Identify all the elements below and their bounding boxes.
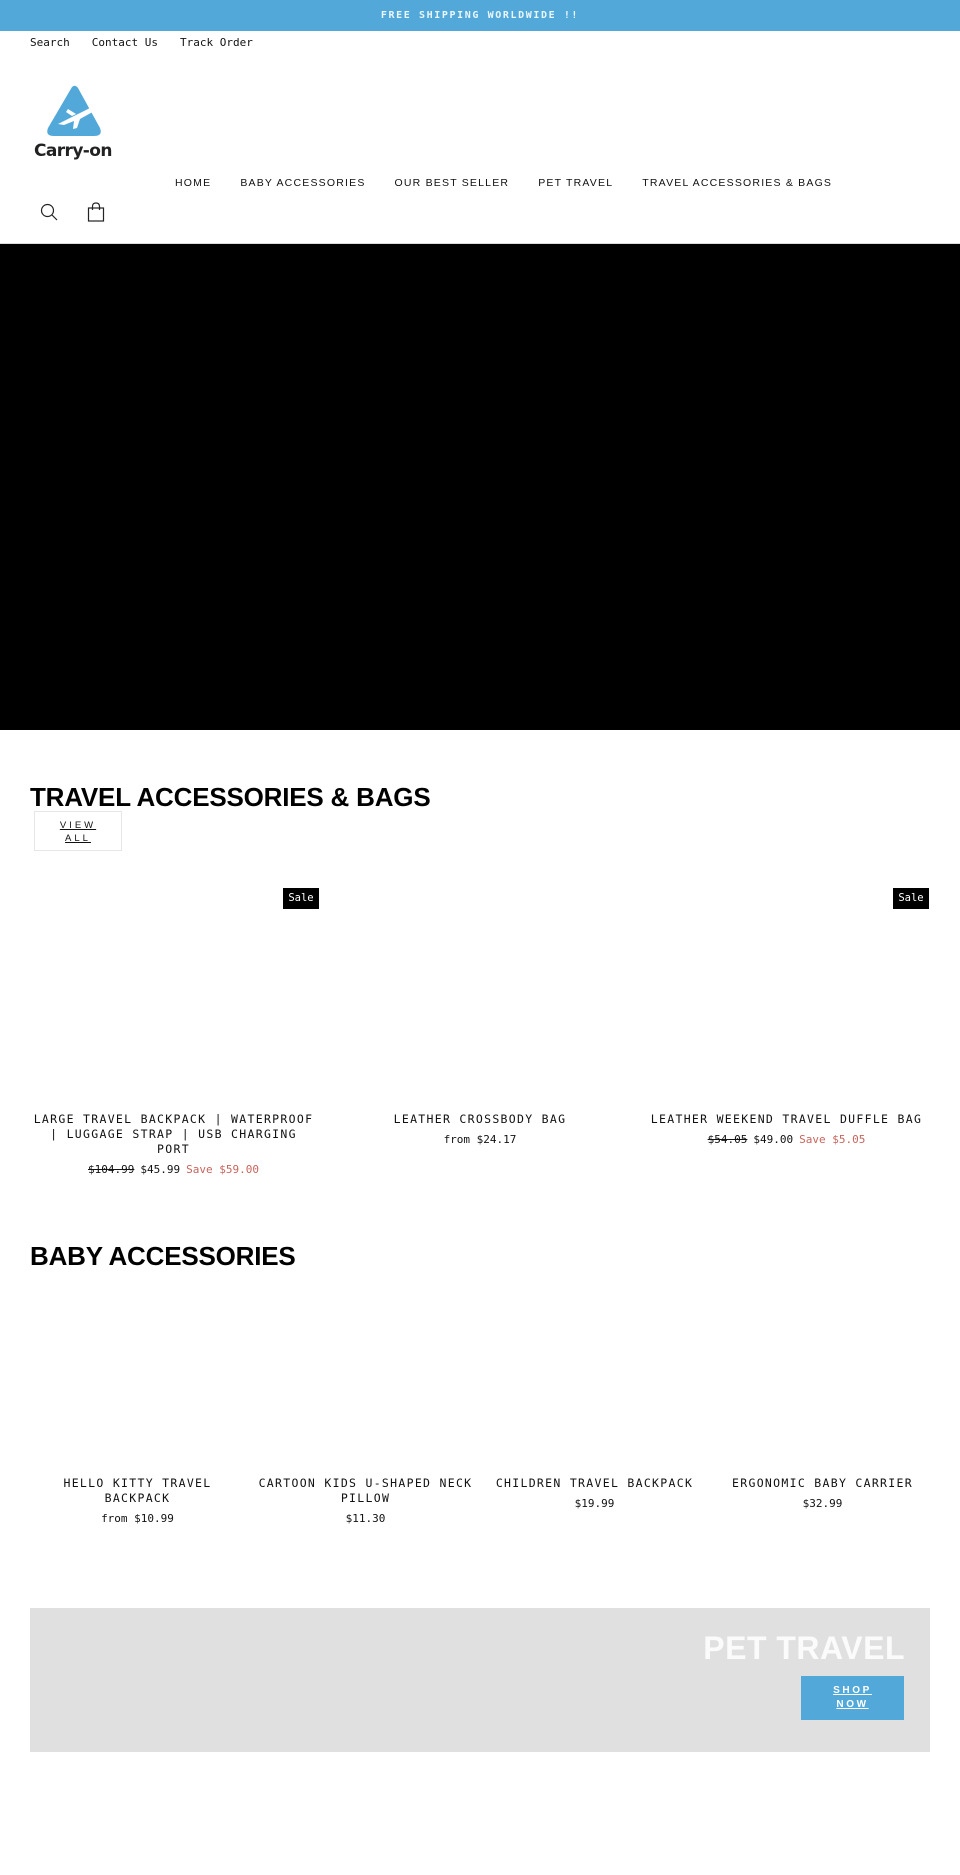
- savings: Save $5.05: [799, 1133, 866, 1146]
- savings: Save $59.00: [186, 1163, 259, 1176]
- product-card[interactable]: LEATHER CROSSBODY BAG from $24.17: [340, 1112, 620, 1146]
- product-name: LEATHER WEEKEND TRAVEL DUFFLE BAG: [650, 1112, 923, 1126]
- product-price: from $10.99: [101, 1512, 174, 1525]
- nav-our-best-seller[interactable]: OUR BEST SELLER: [395, 177, 510, 189]
- product-name: LEATHER CROSSBODY BAG: [393, 1112, 567, 1126]
- product-card[interactable]: ERGONOMIC BABY CARRIER $32.99: [715, 1476, 930, 1510]
- product-card[interactable]: LEATHER WEEKEND TRAVEL DUFFLE BAG $54.05…: [643, 1112, 930, 1146]
- search-button[interactable]: [38, 201, 60, 223]
- shop-now-button[interactable]: SHOP NOW: [801, 1676, 904, 1720]
- nav-home[interactable]: HOME: [175, 177, 211, 189]
- product-name: CHILDREN TRAVEL BACKPACK: [495, 1476, 694, 1490]
- original-price: $54.05: [707, 1133, 748, 1146]
- view-all-label-1: VIEW: [59, 820, 97, 831]
- pet-travel-banner: PET TRAVEL SHOP NOW: [30, 1608, 930, 1752]
- product-price: $32.99: [802, 1497, 843, 1510]
- main-nav: HOME BABY ACCESSORIES OUR BEST SELLER PE…: [175, 177, 861, 189]
- product-card[interactable]: CARTOON KIDS U-SHAPED NECK PILLOW $11.30: [258, 1476, 473, 1525]
- product-name: ERGONOMIC BABY CARRIER: [732, 1476, 913, 1490]
- section-title-travel: TRAVEL ACCESSORIES & BAGS: [30, 782, 431, 812]
- brand-logo[interactable]: Carry-on: [32, 84, 114, 164]
- view-all-label-2: ALL: [65, 833, 91, 844]
- util-link-track-order[interactable]: Track Order: [180, 36, 253, 49]
- section-title-baby: BABY ACCESSORIES: [30, 1241, 296, 1271]
- shop-now-label-1: SHOP: [833, 1685, 872, 1696]
- sale-price: $45.99: [140, 1163, 181, 1176]
- cart-icon: [87, 202, 105, 222]
- product-card[interactable]: LARGE TRAVEL BACKPACK | WATERPROOF | LUG…: [30, 1112, 317, 1176]
- nav-travel-accessories-bags[interactable]: TRAVEL ACCESSORIES & BAGS: [642, 177, 832, 189]
- original-price: $104.99: [88, 1163, 135, 1176]
- product-name: CARTOON KIDS U-SHAPED NECK PILLOW: [258, 1476, 473, 1505]
- sale-badge: Sale: [893, 888, 929, 909]
- cart-button[interactable]: [85, 201, 107, 223]
- brand-name: Carry-on: [34, 141, 112, 161]
- sale-price: $49.00: [753, 1133, 794, 1146]
- airplane-triangle-icon: [47, 85, 101, 136]
- hero-banner: [0, 243, 960, 730]
- view-all-button[interactable]: VIEW ALL: [34, 811, 122, 851]
- util-link-search[interactable]: Search: [30, 36, 70, 49]
- product-price: $54.05 $49.00 Save $5.05: [643, 1133, 930, 1146]
- search-icon: [40, 203, 58, 221]
- product-card[interactable]: HELLO KITTY TRAVEL BACKPACK from $10.99: [30, 1476, 245, 1525]
- shop-now-label-2: NOW: [836, 1699, 869, 1710]
- product-price: from $24.17: [443, 1133, 517, 1146]
- product-price: $11.30: [345, 1512, 386, 1525]
- product-card[interactable]: CHILDREN TRAVEL BACKPACK $19.99: [487, 1476, 702, 1510]
- product-name: HELLO KITTY TRAVEL BACKPACK: [63, 1476, 212, 1505]
- nav-pet-travel[interactable]: PET TRAVEL: [538, 177, 613, 189]
- utility-nav: Search Contact Us Track Order: [30, 36, 253, 49]
- util-link-contact[interactable]: Contact Us: [92, 36, 158, 49]
- product-price: $19.99: [574, 1497, 615, 1510]
- sale-badge: Sale: [283, 888, 319, 909]
- announcement-bar: FREE SHIPPING WORLDWIDE !!: [0, 0, 960, 31]
- nav-baby-accessories[interactable]: BABY ACCESSORIES: [240, 177, 365, 189]
- product-price: $104.99 $45.99 Save $59.00: [30, 1163, 317, 1176]
- pet-travel-title: PET TRAVEL: [703, 1630, 905, 1666]
- product-name: LARGE TRAVEL BACKPACK | WATERPROOF | LUG…: [33, 1112, 314, 1156]
